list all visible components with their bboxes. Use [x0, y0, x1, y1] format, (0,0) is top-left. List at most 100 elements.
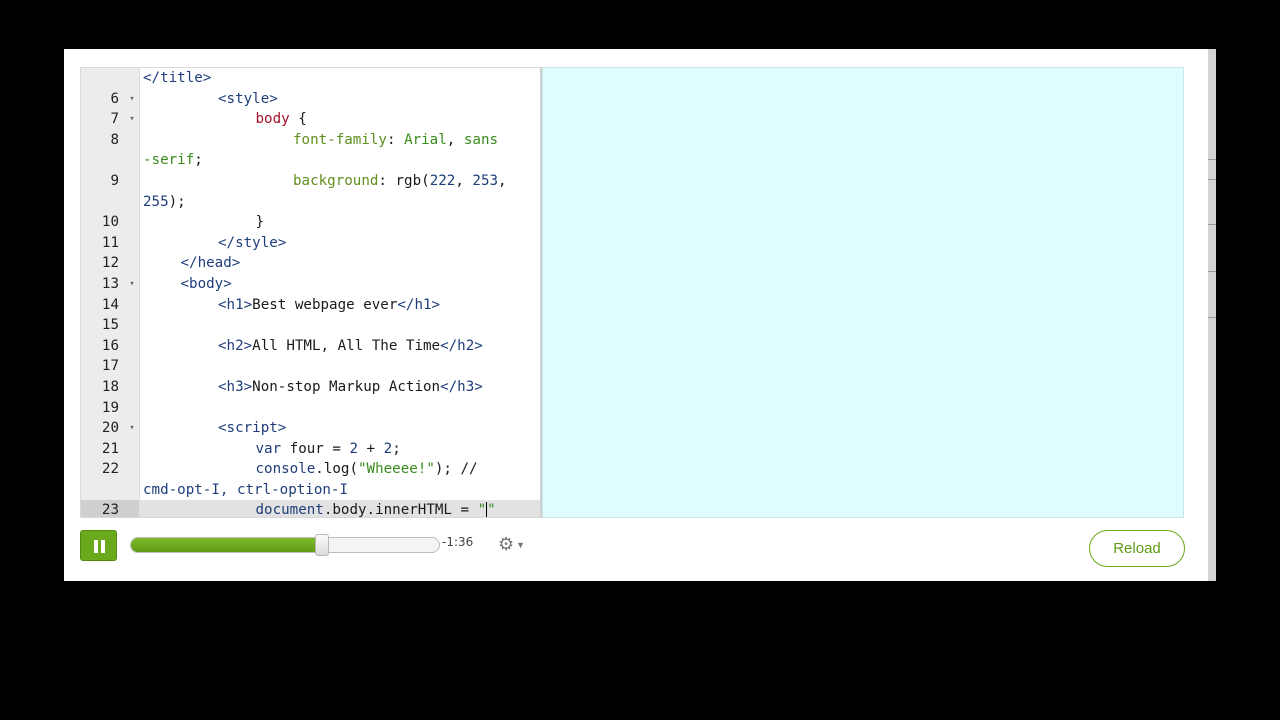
code-text: 255);: [143, 192, 186, 213]
code-token: 253: [472, 172, 499, 189]
code-token: ,: [498, 172, 507, 189]
line-number: 14: [101, 296, 119, 313]
pause-icon: [94, 540, 98, 553]
code-token: .body.innerHTML =: [323, 502, 478, 518]
code-line[interactable]: 22 console.log("Wheeee!"); //: [81, 459, 540, 480]
code-token: :: [378, 172, 396, 189]
code-token: </h1>: [397, 296, 441, 313]
line-number: 21: [101, 440, 119, 457]
line-number: 11: [101, 234, 119, 251]
progress-scrubber-handle[interactable]: [315, 534, 330, 556]
gear-icon: ⚙: [498, 534, 515, 554]
code-line[interactable]: 6 ▾ <style>: [81, 89, 540, 110]
code-token: document: [255, 502, 324, 518]
line-number: 19: [101, 399, 119, 416]
code-line[interactable]: 255);: [81, 192, 540, 213]
scrollbar-divider: [1208, 271, 1216, 272]
line-number: [81, 192, 139, 213]
code-token: ,: [446, 131, 464, 148]
code-line[interactable]: 12 </head>: [81, 253, 540, 274]
line-number: 23: [81, 500, 139, 517]
fold-arrow-icon[interactable]: ▾: [127, 418, 137, 439]
code-line[interactable]: 23 document.body.innerHTML = "": [81, 500, 540, 518]
code-token: sans: [463, 131, 499, 148]
code-token: 2: [349, 440, 359, 457]
code-token: </h3>: [440, 378, 483, 395]
code-line[interactable]: 11 </style>: [81, 233, 540, 254]
code-token: }: [255, 214, 265, 231]
code-token: body: [255, 111, 290, 128]
code-line[interactable]: 17: [81, 356, 540, 377]
code-token: {: [289, 111, 307, 128]
line-number: [81, 68, 139, 89]
code-line[interactable]: 20 ▾ <script>: [81, 418, 540, 439]
code-token: ": [487, 502, 496, 518]
line-number: 17: [101, 358, 119, 375]
code-token: Best webpage ever: [252, 296, 398, 313]
code-token: 255: [143, 193, 169, 210]
code-line[interactable]: 16 <h2>All HTML, All The Time</h2>: [81, 336, 540, 357]
pause-button[interactable]: [80, 530, 117, 561]
line-number: 18: [101, 378, 119, 395]
code-text: </head>: [181, 253, 241, 274]
code-line[interactable]: 21 var four = 2 + 2;: [81, 439, 540, 460]
line-number: 22: [101, 461, 119, 478]
code-line[interactable]: 18 <h3>Non-stop Markup Action</h3>: [81, 377, 540, 398]
code-token: "Wheeee!": [358, 461, 435, 478]
code-line[interactable]: </title>: [81, 68, 540, 89]
reload-button[interactable]: Reload: [1089, 530, 1185, 567]
code-token: 222: [429, 172, 456, 189]
code-line[interactable]: 9 background: rgb(222, 253,: [81, 171, 540, 192]
code-line[interactable]: 10}: [81, 212, 540, 233]
code-token: </title>: [143, 70, 212, 86]
code-text: </style>: [218, 233, 286, 254]
progress-fill: [131, 538, 324, 552]
page-scrollbar[interactable]: [1208, 49, 1216, 581]
fold-arrow-icon[interactable]: ▾: [127, 274, 137, 295]
code-token: ); //: [434, 461, 478, 478]
code-content[interactable]: </title> 6 ▾ <style> 7 ▾ body {8 font-family: A…: [81, 68, 540, 518]
code-token: <h1>: [218, 296, 253, 313]
code-line[interactable]: 13 ▾ <body>: [81, 274, 540, 295]
code-token: <script>: [218, 420, 287, 437]
code-token: ;: [194, 152, 203, 169]
code-text: cmd-opt-I, ctrl-option-I: [143, 480, 348, 501]
code-editor[interactable]: </title> 6 ▾ <style> 7 ▾ body {8 font-family: A…: [80, 67, 542, 518]
code-token: rgb(: [395, 172, 430, 189]
playback-progress-bar[interactable]: [130, 537, 440, 553]
code-line[interactable]: 8 font-family: Arial, sans: [81, 130, 540, 151]
code-text: console.log("Wheeee!"); //: [256, 459, 478, 480]
code-text: -serif;: [143, 150, 203, 171]
code-line[interactable]: 7 ▾ body {: [81, 109, 540, 130]
code-line[interactable]: 14 <h1>Best webpage ever</h1>: [81, 295, 540, 316]
code-text: var four = 2 + 2;: [256, 439, 401, 460]
code-text: background: rgb(222, 253,: [293, 171, 507, 192]
code-token: ,: [455, 172, 473, 189]
code-token: cmd-opt-I, ctrl-option-I: [143, 481, 348, 498]
code-text: <h1>Best webpage ever</h1>: [218, 295, 440, 316]
scrollbar-divider: [1208, 179, 1216, 180]
code-token: <h2>: [218, 337, 253, 354]
code-line[interactable]: -serif;: [81, 150, 540, 171]
code-token: </style>: [218, 234, 287, 251]
code-token: var: [255, 440, 282, 457]
code-text: <body>: [181, 274, 232, 295]
code-token: Non-stop Markup Action: [252, 378, 441, 395]
code-text: <h3>Non-stop Markup Action</h3>: [218, 377, 483, 398]
code-token: font-family: [293, 131, 387, 148]
code-line[interactable]: 19: [81, 398, 540, 419]
line-number: 15: [101, 317, 119, 334]
settings-menu[interactable]: ⚙ ▼: [498, 534, 525, 555]
code-text: <h2>All HTML, All The Time</h2>: [218, 336, 483, 357]
fold-arrow-icon[interactable]: ▾: [127, 89, 137, 110]
code-line[interactable]: 15: [81, 315, 540, 336]
fold-arrow-icon[interactable]: ▾: [127, 109, 137, 130]
line-number: 16: [101, 337, 119, 354]
chevron-down-icon: ▼: [516, 540, 526, 551]
code-token: Arial: [404, 131, 447, 148]
code-token: four =: [281, 440, 350, 457]
code-token: </h2>: [440, 337, 483, 354]
code-text: <script>: [218, 418, 286, 439]
code-token: </head>: [180, 255, 241, 272]
code-line[interactable]: cmd-opt-I, ctrl-option-I: [81, 480, 540, 501]
